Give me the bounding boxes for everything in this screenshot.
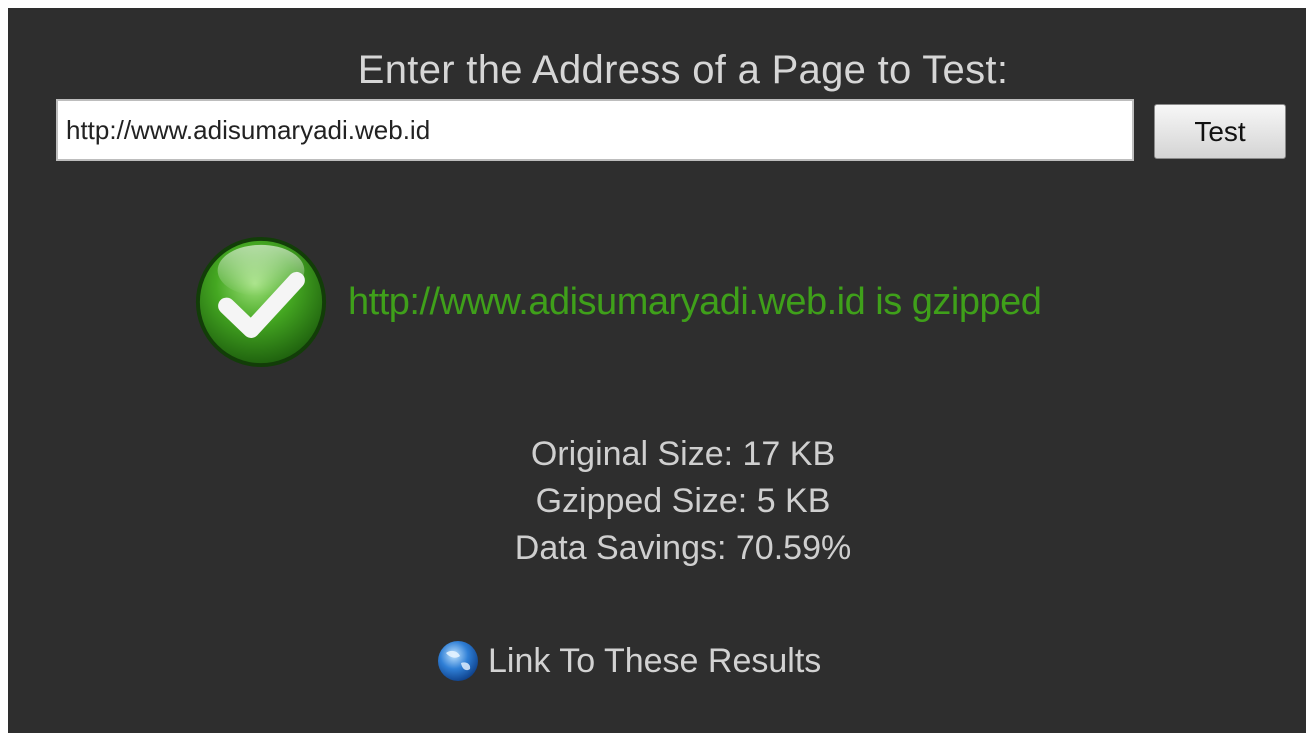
size-stats: Original Size: 17 KB Gzipped Size: 5 KB … xyxy=(8,431,1306,572)
gzipped-size: Gzipped Size: 5 KB xyxy=(535,482,831,520)
results-link-label[interactable]: Link To These Results xyxy=(488,642,821,681)
check-circle-icon xyxy=(195,236,327,368)
page-prompt: Enter the Address of a Page to Test: xyxy=(357,48,1009,92)
results-link[interactable]: Link To These Results xyxy=(436,638,821,684)
original-size: Original Size: 17 KB xyxy=(530,435,836,473)
gzip-status-text: http://www.adisumaryadi.web.id is gzippe… xyxy=(348,280,1042,323)
url-input[interactable] xyxy=(56,99,1134,161)
data-savings: Data Savings: 70.59% xyxy=(514,529,852,567)
test-button[interactable]: Test xyxy=(1154,104,1286,159)
globe-icon xyxy=(438,641,478,681)
gzip-test-panel: Enter the Address of a Page to Test: Tes… xyxy=(8,8,1306,733)
result-status: http://www.adisumaryadi.web.id is gzippe… xyxy=(192,232,1042,372)
